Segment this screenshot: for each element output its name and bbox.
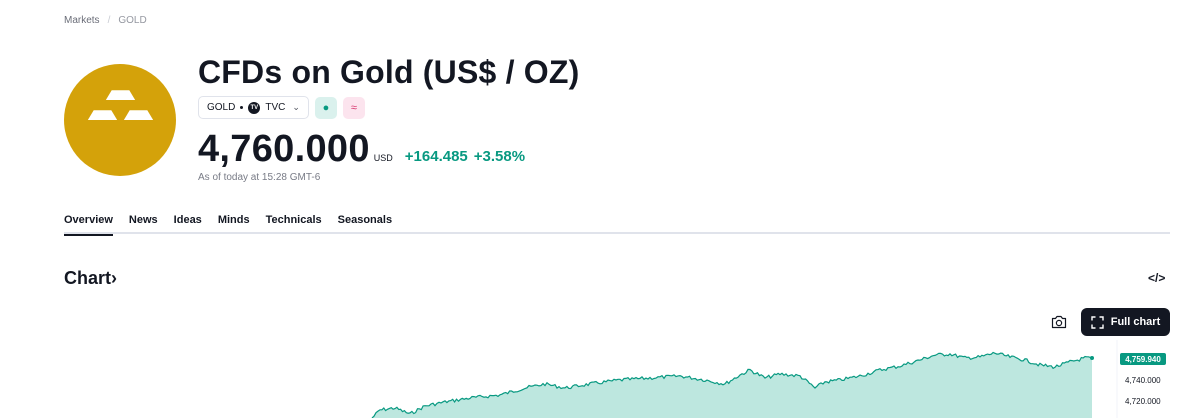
breadcrumb: Markets / GOLD [64,15,147,26]
chart-area-fill [372,352,1092,418]
symbol-tags: GOLD TV TVC ⌄ ● ≈ [198,96,365,119]
chevron-right-icon: › [111,268,118,288]
tab-minds[interactable]: Minds [218,212,250,234]
last-update-time: As of today at 15:28 GMT-6 [198,172,321,183]
separator-dot [240,106,244,109]
snapshot-button[interactable] [1044,310,1074,334]
price-chart[interactable] [0,340,1200,418]
chart-section-title-text: Chart [64,268,112,288]
currency-label: USD [373,153,393,163]
tab-overview[interactable]: Overview [64,212,113,236]
tab-technicals[interactable]: Technicals [266,212,322,234]
full-chart-button[interactable]: Full chart [1081,308,1170,336]
price-axis-label: 4,720.000 [1125,397,1161,406]
gold-bars-icon [82,87,159,126]
symbol-exchange-selector[interactable]: GOLD TV TVC ⌄ [198,96,309,119]
price-change-absolute: +164.485 [404,148,468,165]
derived-data-badge[interactable]: ≈ [342,96,365,119]
chevron-down-icon: ⌄ [292,102,300,112]
breadcrumb-current: GOLD [118,15,147,26]
tab-news[interactable]: News [129,212,158,234]
chart-section-title[interactable]: Chart› [64,268,117,289]
camera-icon [1051,315,1067,329]
chart-last-point [1090,356,1094,360]
section-tabs: Overview News Ideas Minds Technicals Sea… [64,212,1170,236]
tradingview-logo-icon: TV [248,101,261,114]
tab-seasonals[interactable]: Seasonals [338,212,392,234]
full-chart-label: Full chart [1110,316,1161,328]
gold-logo [64,64,176,176]
price-row: 4,760.000 USD +164.485 +3.58% [198,128,531,171]
market-open-status-badge[interactable]: ● [314,96,337,119]
tab-ideas[interactable]: Ideas [174,212,202,234]
symbol-label: GOLD [207,102,236,113]
breadcrumb-markets-link[interactable]: Markets [64,15,100,26]
exchange-label: TVC [265,102,286,113]
price-axis-label: 4,740.000 [1125,376,1161,385]
current-price-axis-label: 4,759.940 [1120,353,1166,365]
last-price: 4,760.000 [198,128,370,170]
price-change-percent: +3.58% [473,148,526,165]
breadcrumb-separator: / [107,15,111,26]
fullscreen-icon [1091,315,1104,329]
embed-code-icon[interactable]: </> [1148,271,1165,285]
page-title: CFDs on Gold (US$ / OZ) [198,54,580,90]
